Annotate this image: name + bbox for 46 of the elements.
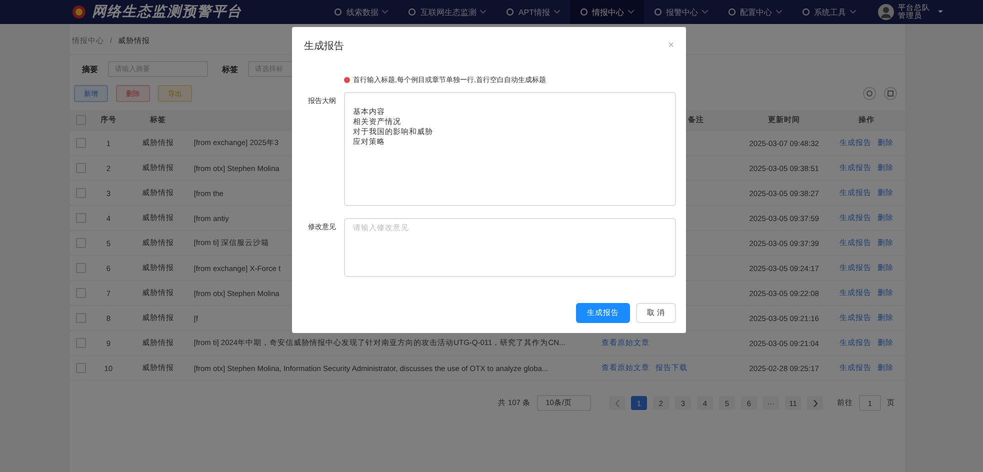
chevron-left-icon bbox=[614, 400, 620, 406]
columns-icon[interactable] bbox=[884, 87, 897, 100]
nav-circle-icon bbox=[728, 8, 736, 16]
nav-tab[interactable]: 互联网生态监测 bbox=[398, 0, 496, 24]
nav-tab[interactable]: 系统工具 bbox=[792, 0, 866, 24]
filter-label: 摘要 bbox=[82, 64, 98, 74]
platform-title: 网络生态监测预警平台 bbox=[92, 3, 243, 21]
caret-icon bbox=[628, 10, 634, 14]
caret-icon bbox=[554, 10, 560, 14]
dialog-title: 生成报告 bbox=[304, 40, 344, 53]
nav-tab[interactable]: 线索数据 bbox=[324, 0, 398, 24]
caret-icon[interactable] bbox=[938, 10, 943, 14]
row-checkbox[interactable] bbox=[76, 313, 86, 323]
caret-icon bbox=[702, 10, 708, 14]
filter-label: 标签 bbox=[222, 64, 238, 74]
caret-icon bbox=[850, 10, 856, 14]
row-checkbox[interactable] bbox=[76, 188, 86, 198]
caret-icon bbox=[480, 10, 486, 14]
row-checkbox[interactable] bbox=[76, 363, 86, 373]
next-page-button[interactable] bbox=[807, 396, 823, 410]
nav-circle-icon bbox=[506, 8, 514, 16]
nav-circle-icon bbox=[580, 8, 588, 16]
row-checkbox[interactable] bbox=[76, 163, 86, 173]
caret-icon bbox=[776, 10, 782, 14]
caret-icon bbox=[382, 10, 388, 14]
row-checkbox[interactable] bbox=[76, 288, 86, 298]
nav-circle-icon bbox=[334, 8, 342, 16]
row-checkbox[interactable] bbox=[76, 263, 86, 273]
nav-tab[interactable]: 配置中心 bbox=[718, 0, 792, 24]
nav-circle-icon bbox=[654, 8, 662, 16]
prev-page-button[interactable] bbox=[609, 396, 625, 410]
row-checkbox[interactable] bbox=[76, 213, 86, 223]
row-checkbox[interactable] bbox=[76, 338, 86, 348]
nav-tab[interactable]: APT情报 bbox=[496, 0, 570, 24]
row-checkbox[interactable] bbox=[76, 238, 86, 248]
avatar-icon[interactable] bbox=[878, 4, 894, 20]
nav-tab[interactable]: 情报中心 bbox=[570, 0, 644, 24]
row-checkbox[interactable] bbox=[76, 138, 86, 148]
warning-icon bbox=[344, 77, 350, 83]
refresh-icon[interactable] bbox=[863, 87, 876, 100]
nav-circle-icon bbox=[802, 8, 810, 16]
nav-circle-icon bbox=[408, 8, 416, 16]
nav-tab[interactable]: 报警中心 bbox=[644, 0, 718, 24]
police-emblem-icon bbox=[72, 5, 86, 19]
close-icon[interactable]: × bbox=[668, 41, 674, 51]
chevron-right-icon bbox=[812, 400, 818, 406]
